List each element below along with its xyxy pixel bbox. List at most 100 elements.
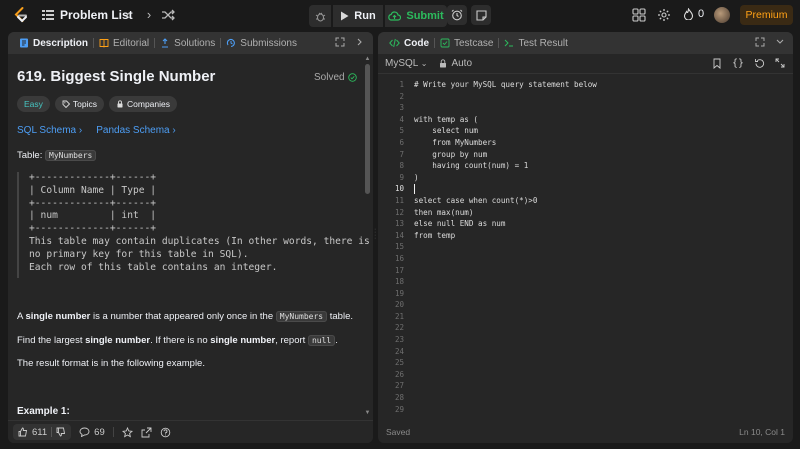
tab-testcase-label: Testcase [454,37,494,49]
maximize-icon[interactable] [755,37,765,47]
run-button[interactable]: Run [333,5,383,27]
tab-description[interactable]: Description [14,32,93,54]
reset-icon[interactable] [754,58,765,69]
code-line[interactable] [414,102,784,114]
fullscreen-icon[interactable] [775,58,785,68]
alarm-clock-icon [451,9,463,21]
comment-count: 69 [94,426,105,438]
layout-grid-icon[interactable] [632,8,646,22]
code-line[interactable]: select num [414,125,784,137]
description-scrollbar[interactable]: ▲ ▼ [364,56,371,420]
timer-button[interactable] [447,5,467,25]
code-lines[interactable]: # Write your MySQL query statement below… [414,79,784,415]
code-line[interactable] [414,183,784,195]
line-number: 23 [394,335,404,345]
companies-tag[interactable]: Companies [109,96,177,112]
line-number: 15 [394,242,404,252]
thumbs-up-icon[interactable] [18,427,28,437]
code-line[interactable] [414,334,784,346]
code-line[interactable] [414,369,784,381]
line-number: 6 [399,137,404,147]
star-icon[interactable] [121,426,133,438]
cursor-position: Ln 10, Col 1 [739,427,785,437]
submissions-icon [227,38,236,48]
share-icon[interactable] [141,427,152,438]
streak-counter[interactable]: 0 [683,8,704,20]
language-label: MySQL [385,58,418,69]
scroll-thumb[interactable] [365,64,370,194]
code-line[interactable] [414,392,784,404]
code-line[interactable] [414,91,784,103]
run-label: Run [354,10,376,22]
scroll-up-arrow[interactable]: ▲ [364,56,371,62]
topics-tag[interactable]: Topics [54,96,104,112]
panel-resize-handle[interactable]: · · · · [374,226,377,242]
tab-submissions[interactable]: Submissions [221,32,302,54]
code-line[interactable]: with temp as ( [414,114,784,126]
code-line[interactable] [414,288,784,300]
collapse-chevron-icon[interactable] [355,37,365,47]
bookmark-icon[interactable] [712,58,722,69]
code-line[interactable] [414,276,784,288]
tab-test-result[interactable]: Test Result [499,32,572,54]
code-line[interactable] [414,299,784,311]
code-line[interactable] [414,311,784,323]
vote-group: 611 [13,424,72,440]
notes-button[interactable] [471,5,491,25]
next-problem-chevron-right-icon[interactable]: › [141,7,157,23]
line-number: 5 [399,126,404,136]
code-line[interactable] [414,322,784,334]
code-line[interactable]: from MyNumbers [414,137,784,149]
help-circle-icon[interactable] [160,427,171,438]
submit-button[interactable]: Submit [385,5,447,27]
code-line[interactable]: else null END as num [414,218,784,230]
code-line[interactable]: from temp [414,230,784,242]
line-number: 17 [394,265,404,275]
tab-testcase[interactable]: Testcase [435,32,498,54]
code-line[interactable] [414,265,784,277]
code-line[interactable]: having count(num) = 1 [414,160,784,172]
avatar[interactable] [714,7,730,23]
pandas-schema-link[interactable]: Pandas Schema › [96,125,176,136]
left-tab-bar: Description Editorial Solutions Submissi… [8,32,373,54]
code-line[interactable] [414,357,784,369]
thumbs-down-icon[interactable] [56,427,66,437]
line-number: 22 [394,323,404,333]
shuffle-icon[interactable] [162,9,175,21]
code-line[interactable]: select case when count(*)>0 [414,195,784,207]
editor-actions: {} [712,58,785,69]
leetcode-logo-icon[interactable] [12,6,30,24]
code-line[interactable] [414,380,784,392]
code-editor[interactable]: 1 2 3 4 5 6 7 8 9 10 11 12 13 14 15 16 17 18 19 20 21 22 23 24 2… [378,76,793,418]
code-line[interactable]: ) [414,172,784,184]
code-line[interactable]: # Write your MySQL query statement below [414,79,784,91]
maximize-icon[interactable] [335,37,345,47]
tab-submissions-label: Submissions [240,37,297,49]
streak-count: 0 [698,8,705,20]
braces-format-icon[interactable]: {} [732,58,744,69]
debug-button[interactable] [309,5,331,27]
code-line[interactable] [414,346,784,358]
code-line[interactable] [414,253,784,265]
sql-schema-link[interactable]: SQL Schema › [17,125,82,136]
collapse-chevron-icon[interactable] [775,37,785,47]
tab-code[interactable]: Code [384,32,434,54]
code-line[interactable] [414,241,784,253]
code-line[interactable] [414,404,784,416]
code-line[interactable]: then max(num) [414,207,784,219]
comments-button[interactable]: 69 [79,427,105,438]
tab-solutions[interactable]: Solutions [155,32,220,54]
auto-mode-toggle[interactable]: Auto [439,58,472,69]
scroll-down-arrow[interactable]: ▼ [364,410,371,416]
tab-editorial[interactable]: Editorial [94,32,154,54]
run-submit-group: Run Submit [309,5,447,27]
problem-list-icon[interactable] [42,9,54,21]
language-select[interactable]: MySQL ⌄ [385,58,427,69]
premium-button[interactable]: Premium [740,5,793,25]
text-cursor [414,184,415,195]
line-number: 1 [399,80,404,89]
gear-icon[interactable] [657,8,671,22]
paragraph-find-largest: Find the largest single number. If there… [17,335,338,346]
code-line[interactable]: group by num [414,149,784,161]
prev-problem-chevron-left-icon[interactable]: ‹ [120,7,136,23]
